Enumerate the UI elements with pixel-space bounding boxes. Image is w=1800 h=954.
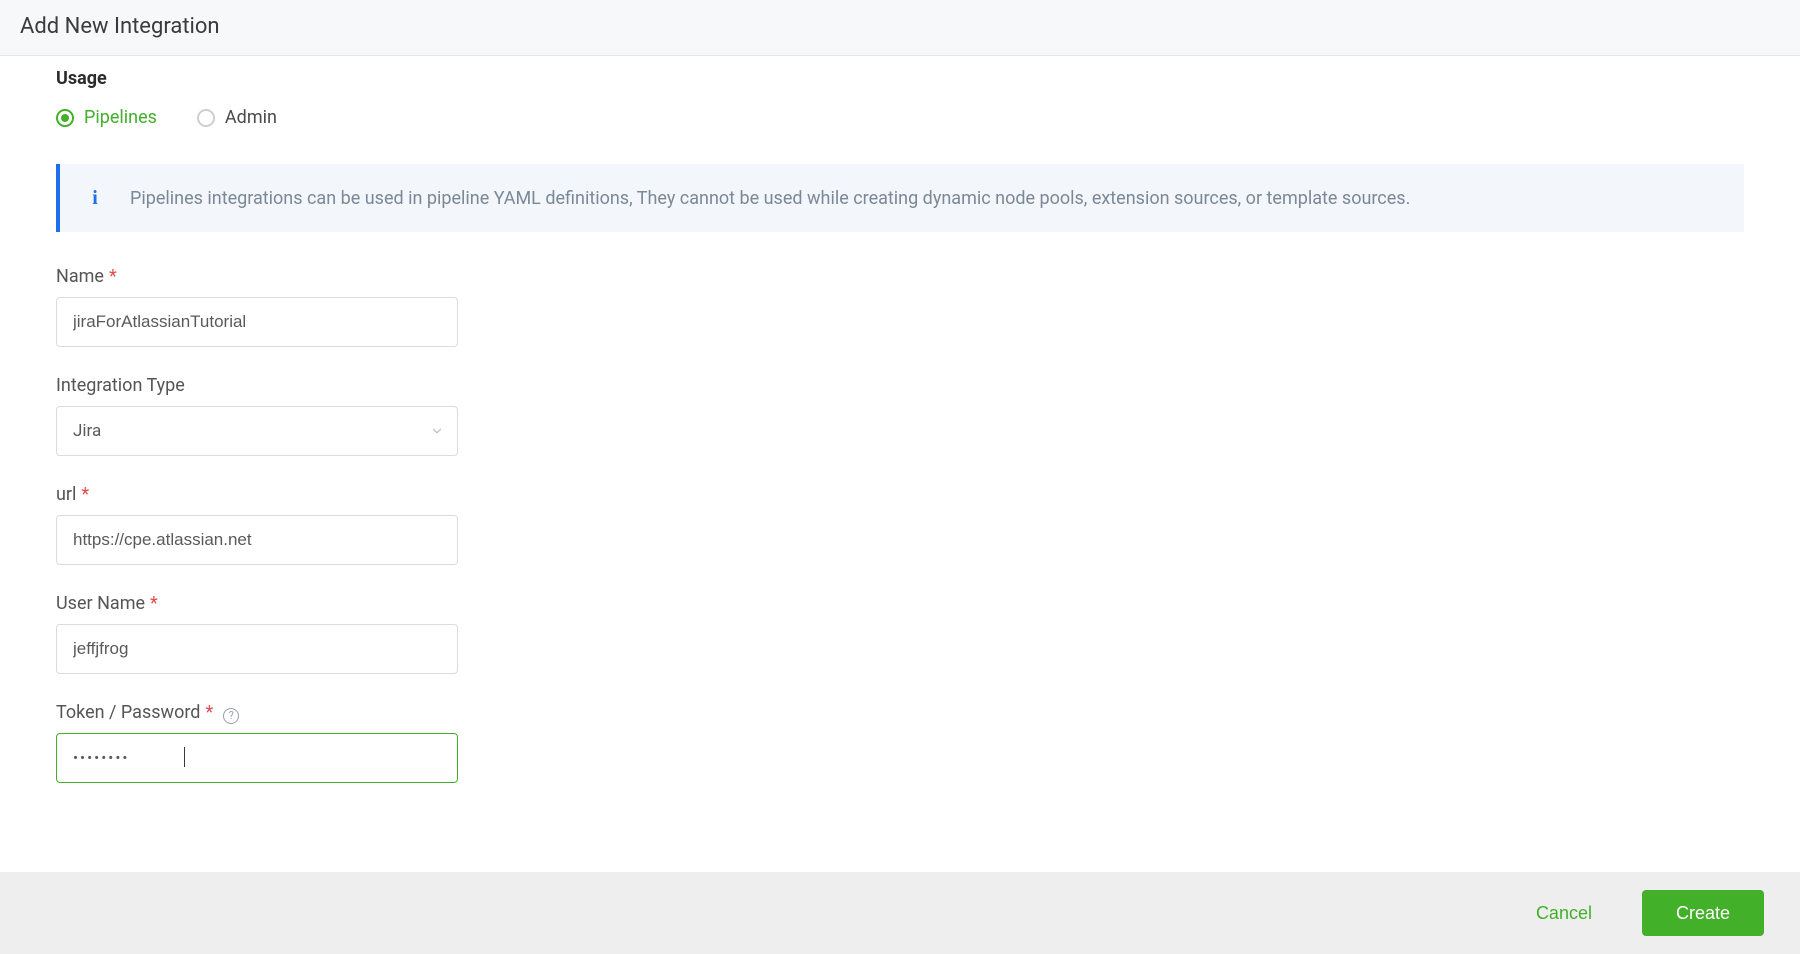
footer-bar: Cancel Create bbox=[0, 872, 1800, 954]
integration-type-label: Integration Type bbox=[56, 375, 1744, 396]
password-label: Token / Password* ? bbox=[56, 702, 1744, 723]
page-title: Add New Integration bbox=[20, 14, 1780, 39]
password-label-text: Token / Password bbox=[56, 702, 200, 723]
username-input[interactable] bbox=[56, 624, 458, 674]
add-integration-page: Add New Integration Usage Pipelines Admi… bbox=[0, 0, 1800, 954]
create-button[interactable]: Create bbox=[1642, 890, 1764, 936]
url-label: url* bbox=[56, 484, 1744, 505]
username-label: User Name* bbox=[56, 593, 1744, 614]
usage-radio-pipelines-label: Pipelines bbox=[84, 107, 157, 128]
url-input[interactable] bbox=[56, 515, 458, 565]
form-content: Usage Pipelines Admin i Pipelines integr… bbox=[0, 56, 1800, 951]
url-label-text: url bbox=[56, 484, 76, 505]
name-label-text: Name bbox=[56, 266, 104, 287]
info-icon: i bbox=[88, 187, 102, 210]
name-input[interactable] bbox=[56, 297, 458, 347]
page-header: Add New Integration bbox=[0, 0, 1800, 56]
form-group-integration-type: Integration Type Jira bbox=[56, 375, 1744, 456]
info-banner: i Pipelines integrations can be used in … bbox=[56, 164, 1744, 232]
usage-radio-admin[interactable]: Admin bbox=[197, 107, 277, 128]
required-star-icon: * bbox=[81, 484, 89, 505]
integration-type-selected-value: Jira bbox=[73, 421, 101, 441]
form-group-name: Name* bbox=[56, 266, 1744, 347]
form-group-password: Token / Password* ? •••••••• bbox=[56, 702, 1744, 783]
form-group-username: User Name* bbox=[56, 593, 1744, 674]
help-icon[interactable]: ? bbox=[223, 708, 239, 724]
form-group-url: url* bbox=[56, 484, 1744, 565]
password-masked-value: •••••••• bbox=[73, 749, 130, 767]
integration-type-label-text: Integration Type bbox=[56, 375, 185, 396]
radio-dot-icon bbox=[61, 114, 69, 122]
required-star-icon: * bbox=[150, 593, 158, 614]
radio-circle-icon bbox=[56, 109, 74, 127]
usage-radio-group: Pipelines Admin bbox=[56, 107, 1744, 128]
name-label: Name* bbox=[56, 266, 1744, 287]
info-banner-text: Pipelines integrations can be used in pi… bbox=[130, 188, 1410, 209]
usage-section-heading: Usage bbox=[56, 68, 1744, 89]
cancel-button[interactable]: Cancel bbox=[1508, 890, 1620, 936]
integration-type-select[interactable]: Jira bbox=[56, 406, 458, 456]
username-label-text: User Name bbox=[56, 593, 145, 614]
password-input[interactable]: •••••••• bbox=[56, 733, 458, 783]
text-caret-icon bbox=[184, 747, 185, 767]
usage-radio-admin-label: Admin bbox=[225, 107, 277, 128]
radio-circle-icon bbox=[197, 109, 215, 127]
password-input-wrap: •••••••• bbox=[56, 733, 458, 783]
integration-type-select-wrap: Jira bbox=[56, 406, 458, 456]
usage-radio-pipelines[interactable]: Pipelines bbox=[56, 107, 157, 128]
required-star-icon: * bbox=[109, 266, 117, 287]
required-star-icon: * bbox=[205, 702, 213, 723]
